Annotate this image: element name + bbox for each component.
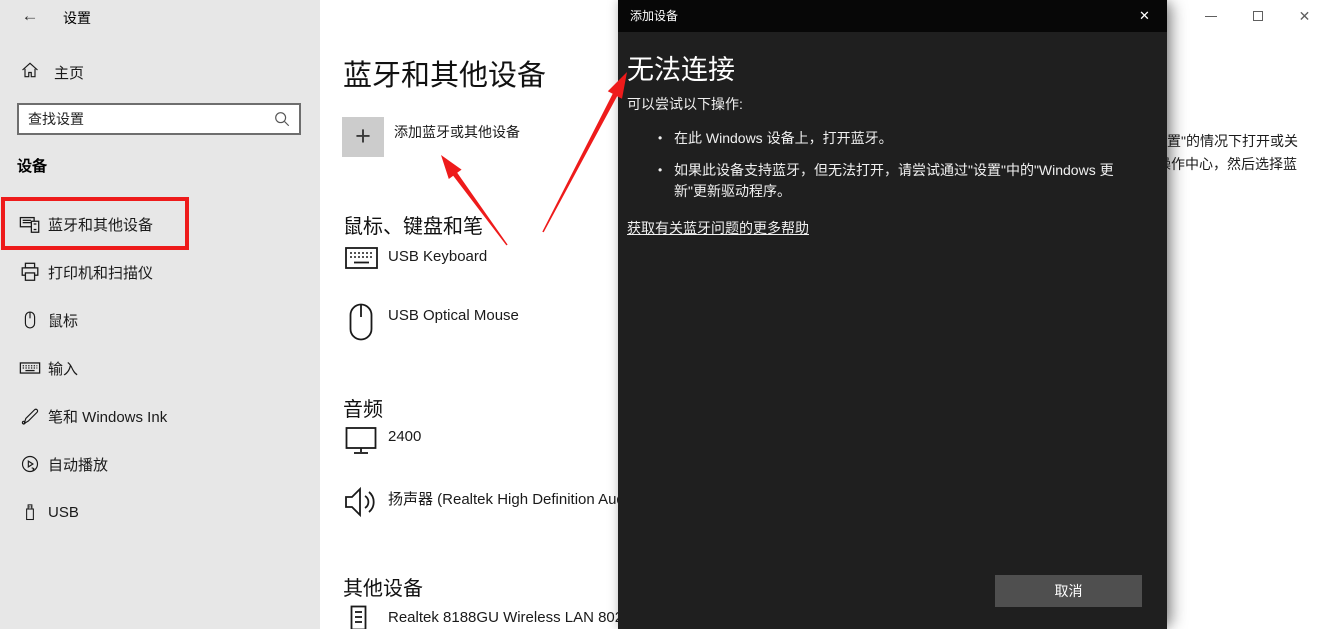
back-arrow-icon[interactable]: ← — [16, 4, 44, 28]
sidebar-item-autoplay[interactable]: 自动播放 — [0, 444, 320, 484]
plus-icon: + — [342, 117, 384, 157]
list-item: 如果此设备支持蓝牙，但无法打开，请尝试通过"设置"中的"Windows 更新"更… — [658, 160, 1146, 202]
sidebar-item-label: 自动播放 — [48, 454, 108, 475]
cancel-button[interactable]: 取消 — [995, 575, 1142, 607]
close-icon: ✕ — [1299, 9, 1311, 23]
sidebar-item-label: 鼠标 — [48, 310, 78, 331]
monitor-icon — [345, 426, 377, 461]
app-title: 设置 — [63, 8, 91, 28]
keyboard-icon — [345, 246, 378, 275]
speaker-icon — [344, 484, 378, 525]
device-label: USB Optical Mouse — [388, 307, 519, 324]
settings-sidebar: ← 设置 主页 设备 蓝牙和其他设备 打印机和扫描仪 鼠标 — [0, 0, 320, 629]
maximize-icon — [1253, 11, 1263, 21]
sidebar-item-label: 笔和 Windows Ink — [48, 406, 167, 427]
device-label: 2400 — [388, 428, 421, 445]
device-label: Realtek 8188GU Wireless LAN 802.11n — [388, 609, 651, 626]
background-help-text-line2: 操作中心，然后选择蓝 — [1157, 154, 1297, 174]
sidebar-item-typing[interactable]: 输入 — [0, 348, 320, 388]
dialog-heading: 无法连接 — [627, 48, 735, 87]
minimize-icon — [1205, 16, 1217, 17]
sidebar-section-devices: 设备 — [17, 155, 47, 176]
mouse-icon — [18, 308, 42, 332]
window-close-button[interactable]: ✕ — [1282, 0, 1325, 32]
sidebar-item-home[interactable]: 主页 — [0, 56, 320, 88]
maximize-button[interactable] — [1235, 0, 1280, 32]
add-device-label: 添加蓝牙或其他设备 — [394, 122, 520, 142]
background-help-text-line1: 置"的情况下打开或关 — [1167, 131, 1298, 151]
close-icon: ✕ — [1139, 8, 1150, 24]
devices-icon — [18, 212, 42, 236]
sidebar-item-label: 蓝牙和其他设备 — [48, 214, 153, 235]
dongle-icon — [350, 605, 367, 629]
page-title: 蓝牙和其他设备 — [343, 52, 546, 94]
search-input[interactable] — [28, 105, 268, 133]
bluetooth-help-link[interactable]: 获取有关蓝牙问题的更多帮助 — [627, 218, 809, 238]
sidebar-item-label: 打印机和扫描仪 — [48, 262, 153, 283]
list-item: 在此 Windows 设备上，打开蓝牙。 — [658, 128, 1146, 149]
sidebar-item-printers-and-scanners[interactable]: 打印机和扫描仪 — [0, 252, 320, 292]
section-heading-mouse-keyboard-pen: 鼠标、键盘和笔 — [343, 210, 483, 239]
sidebar-item-label: USB — [48, 504, 79, 521]
pen-icon — [18, 404, 42, 428]
dialog-title: 添加设备 — [630, 0, 678, 32]
section-heading-audio: 音频 — [343, 393, 383, 422]
printer-icon — [18, 260, 42, 284]
dialog-close-button[interactable]: ✕ — [1122, 0, 1167, 32]
home-icon — [20, 60, 40, 85]
search-icon[interactable] — [273, 110, 291, 133]
dialog-suggestions-list: 在此 Windows 设备上，打开蓝牙。 如果此设备支持蓝牙，但无法打开，请尝试… — [658, 128, 1146, 213]
keyboard-icon — [18, 356, 42, 380]
settings-titlebar: ← 设置 — [0, 0, 320, 32]
minimize-button[interactable] — [1188, 0, 1233, 32]
sidebar-item-bluetooth-and-other-devices[interactable]: 蓝牙和其他设备 — [0, 204, 320, 244]
sidebar-item-label: 输入 — [48, 358, 78, 379]
dialog-titlebar: 添加设备 ✕ — [618, 0, 1167, 32]
usb-icon — [18, 500, 42, 524]
sidebar-item-label: 主页 — [54, 62, 84, 83]
add-device-dialog: 添加设备 ✕ 无法连接 可以尝试以下操作: 在此 Windows 设备上，打开蓝… — [618, 0, 1167, 629]
settings-search-box — [17, 103, 301, 135]
sidebar-item-mouse[interactable]: 鼠标 — [0, 300, 320, 340]
device-label: USB Keyboard — [388, 248, 487, 265]
autoplay-icon — [18, 452, 42, 476]
sidebar-item-usb[interactable]: USB — [0, 492, 320, 532]
mouse-icon — [349, 303, 373, 346]
section-heading-other-devices: 其他设备 — [343, 572, 423, 601]
dialog-subheading: 可以尝试以下操作: — [627, 94, 743, 114]
sidebar-item-pen-windows-ink[interactable]: 笔和 Windows Ink — [0, 396, 320, 436]
device-label: 扬声器 (Realtek High Definition Audio — [388, 488, 636, 509]
